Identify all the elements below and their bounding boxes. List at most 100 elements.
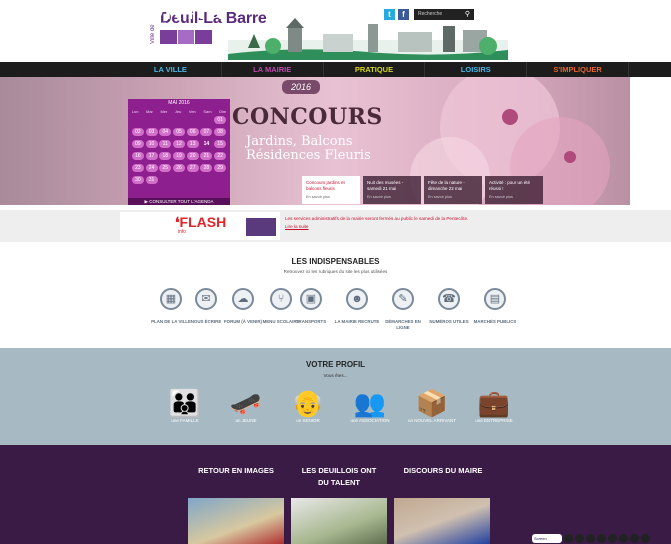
calendar-day[interactable]: 29 xyxy=(214,164,227,172)
discours-maire-heading[interactable]: DISCOURS DU MAIRE xyxy=(403,465,483,477)
flash-read-more-link[interactable]: Lire la suite xyxy=(285,224,309,229)
profil-label: une FAMILLE xyxy=(171,418,199,423)
calendar-day[interactable]: 14 xyxy=(200,140,212,148)
calendar-day[interactable]: 02 xyxy=(131,128,144,136)
concours-line-1: Jardins, Balcons xyxy=(246,134,353,149)
weekday: Ven xyxy=(188,109,196,114)
profil-item[interactable]: 📦 un NOUVEL ARRIVANT xyxy=(402,388,462,424)
calendar-day[interactable]: 21 xyxy=(200,152,213,160)
profil-item[interactable]: 💼 une ENTREPRISE xyxy=(464,388,524,424)
slide-card[interactable]: Activité : pour un été réussi ! En savoi… xyxy=(485,176,543,204)
sortir-subtitle: à Deuil-La Barre xyxy=(130,21,167,27)
search-icon[interactable]: ⚲ xyxy=(465,9,470,20)
twitter-icon[interactable]: t xyxy=(384,9,395,20)
indispensable-item[interactable]: ✎ DÉMARCHES EN LIGNE xyxy=(378,288,428,331)
calendar-day[interactable]: 12 xyxy=(172,140,185,148)
tray-icon[interactable] xyxy=(597,534,606,543)
calendar-day[interactable]: 25 xyxy=(159,164,172,172)
weekday: Dim xyxy=(219,109,227,114)
calendar-day[interactable]: 03 xyxy=(145,128,158,136)
profil-title: VOTRE PROFIL xyxy=(305,360,366,369)
calendar-empty-cell xyxy=(159,116,171,124)
calendar-day[interactable]: 19 xyxy=(172,152,185,160)
start-button[interactable]: Screen xyxy=(532,534,562,543)
discours-photo[interactable] xyxy=(394,498,490,544)
calendar-day[interactable]: 31 xyxy=(145,176,158,184)
calendar-day[interactable]: 17 xyxy=(145,152,158,160)
association-icon: 👥 xyxy=(353,388,387,418)
slide-card-title: Nuit des musées - samedi 21 mai xyxy=(367,180,404,191)
nav-item-pratique[interactable]: PRATIQUE xyxy=(324,62,426,77)
tray-icon[interactable] xyxy=(608,534,617,543)
deuillois-talent-heading[interactable]: LES DEUILLOIS ONT DU TALENT xyxy=(299,465,379,489)
calendar-day[interactable]: 04 xyxy=(159,128,172,136)
calendar-day[interactable]: 09 xyxy=(131,140,144,148)
indispensable-item[interactable]: ▣ TRANSPORTS xyxy=(286,288,336,325)
calendar-day[interactable]: 24 xyxy=(145,164,158,172)
calendar-icon xyxy=(246,218,276,236)
slide-card-title: Fête de la nature - dimanche 22 mai xyxy=(428,180,465,191)
tray-icon[interactable] xyxy=(619,534,628,543)
slide-card[interactable]: Nuit des musées - samedi 21 mai En savoi… xyxy=(363,176,421,204)
slide-card-more: En savoir plus xyxy=(367,195,391,199)
flash-message: Les services administratifs de la mairie… xyxy=(285,216,469,221)
calendar-day[interactable]: 27 xyxy=(186,164,199,172)
indispensable-item[interactable]: ▤ MARCHÉS PUBLICS xyxy=(470,288,520,325)
calendar-day[interactable]: 20 xyxy=(186,152,199,160)
calendar-empty-cell xyxy=(173,116,185,124)
family-icon: 👪 xyxy=(168,388,202,418)
calendar-grid: 01 02 03 04 05 06 07 08 09 10 11 12 13 14 15 16 17 18 19 20… xyxy=(131,116,227,184)
calendar-day[interactable]: 22 xyxy=(214,152,227,160)
talent-photo[interactable] xyxy=(291,498,387,544)
map-icon: ▦ xyxy=(160,288,182,310)
calendar-month: MAI 2016 xyxy=(168,100,190,106)
profil-item[interactable]: 👪 une FAMILLE xyxy=(155,388,215,424)
indispensable-label: LA MAIRIE RECRUTE xyxy=(334,319,380,324)
indispensables-title: LES INDISPENSABLES xyxy=(291,257,380,266)
hero-right-margin xyxy=(630,77,671,205)
nav-item-la-mairie[interactable]: LA MAIRIE xyxy=(222,62,324,77)
calendar-day[interactable]: 08 xyxy=(214,128,227,136)
nav-item-simpliquer[interactable]: S'IMPLIQUER xyxy=(527,62,629,77)
nav-item-loisirs[interactable]: LOISIRS xyxy=(425,62,528,77)
slide-card-title: Activité : pour un été réussi ! xyxy=(489,180,531,191)
retour-en-images-photo[interactable] xyxy=(188,498,284,544)
calendar-day[interactable]: 11 xyxy=(159,140,172,148)
calendar-day[interactable]: 26 xyxy=(172,164,185,172)
weekday: Mer xyxy=(160,109,168,114)
profil-item[interactable]: 🛹 un JEUNE xyxy=(216,388,276,424)
slide-card[interactable]: Concours jardins et balcons fleuris En s… xyxy=(302,176,360,204)
tray-icon[interactable] xyxy=(586,534,595,543)
calendar-day[interactable]: 05 xyxy=(172,128,185,136)
tray-icon[interactable] xyxy=(575,534,584,543)
calendar-day[interactable]: 23 xyxy=(131,164,144,172)
profil-item[interactable]: 👴 un SENIOR xyxy=(278,388,338,424)
indispensable-item[interactable]: ☎ NUMÉROS UTILES xyxy=(424,288,474,325)
retour-en-images-heading[interactable]: RETOUR EN IMAGES xyxy=(196,465,276,477)
indispensable-item[interactable]: ☻ LA MAIRIE RECRUTE xyxy=(332,288,382,325)
weekday: Sam xyxy=(203,109,212,114)
calendar-day[interactable]: 10 xyxy=(145,140,158,148)
calendar-day[interactable]: 16 xyxy=(131,152,144,160)
profil-label: un NOUVEL ARRIVANT xyxy=(407,418,456,423)
calendar-day[interactable]: 28 xyxy=(200,164,213,172)
calendar-day[interactable]: 18 xyxy=(159,152,172,160)
calendar-day[interactable]: 06 xyxy=(186,128,199,136)
phone-icon: ☎ xyxy=(438,288,460,310)
facebook-icon[interactable]: f xyxy=(398,9,409,20)
profil-item[interactable]: 👥 une ASSOCIATION xyxy=(340,388,400,424)
indispensable-label: TRANSPORTS xyxy=(295,319,327,324)
calendar-day[interactable]: 30 xyxy=(131,176,144,184)
calendar-day[interactable]: 01 xyxy=(214,116,227,124)
slide-card[interactable]: Fête de la nature - dimanche 22 mai En s… xyxy=(424,176,482,204)
consult-agenda-link[interactable]: ▶ CONSULTER TOUT L'AGENDA xyxy=(128,198,230,205)
calendar-day[interactable]: 13 xyxy=(186,140,199,148)
tray-icon[interactable] xyxy=(641,534,650,543)
search-input[interactable]: Recherche ⚲ xyxy=(414,9,474,20)
nav-item-la-ville[interactable]: LA VILLE xyxy=(120,62,222,77)
calendar-day[interactable]: 07 xyxy=(200,128,213,136)
tray-icon[interactable] xyxy=(630,534,639,543)
calendar-empty-cell xyxy=(146,116,158,124)
calendar-day[interactable]: 15 xyxy=(214,140,227,148)
tray-icon[interactable] xyxy=(564,534,573,543)
